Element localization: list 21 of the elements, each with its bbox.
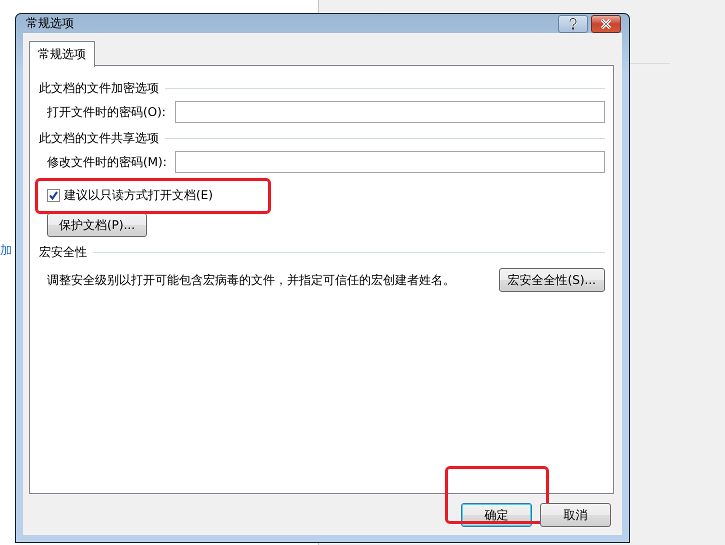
password-field[interactable] — [175, 101, 605, 123]
section-heading: 宏安全性 — [39, 244, 87, 260]
check-icon — [49, 190, 58, 200]
dialog-title: 常规选项 — [26, 15, 75, 32]
protect-button[interactable]: 保护文档(P)... — [47, 213, 147, 237]
help-icon — [568, 18, 578, 30]
close-button[interactable] — [591, 14, 621, 32]
password-field[interactable] — [175, 151, 605, 173]
field-label: 修改文件时的密码(M): — [47, 154, 168, 170]
field-label: 打开文件时的密码(O): — [47, 104, 167, 120]
help-button[interactable] — [558, 14, 588, 32]
section-heading: 此文档的文件共享选项 — [39, 130, 159, 146]
close-icon — [600, 18, 612, 28]
section-heading: 此文档的文件加密选项 — [39, 80, 159, 96]
checkbox[interactable] — [47, 188, 60, 202]
checkbox-label[interactable]: 建议以只读方式打开文档(E) — [64, 186, 213, 204]
description-text: 调整安全级别以打开可能包含宏病毒的文件，并指定可信任的宏创建者姓名。 — [47, 272, 455, 288]
cancel-button[interactable]: 取消 — [540, 503, 611, 527]
tab[interactable]: 常规选项 — [29, 41, 95, 67]
macro-security-button[interactable]: 宏安全全性(S)... — [498, 268, 605, 292]
side-text: 加 — [0, 242, 12, 259]
